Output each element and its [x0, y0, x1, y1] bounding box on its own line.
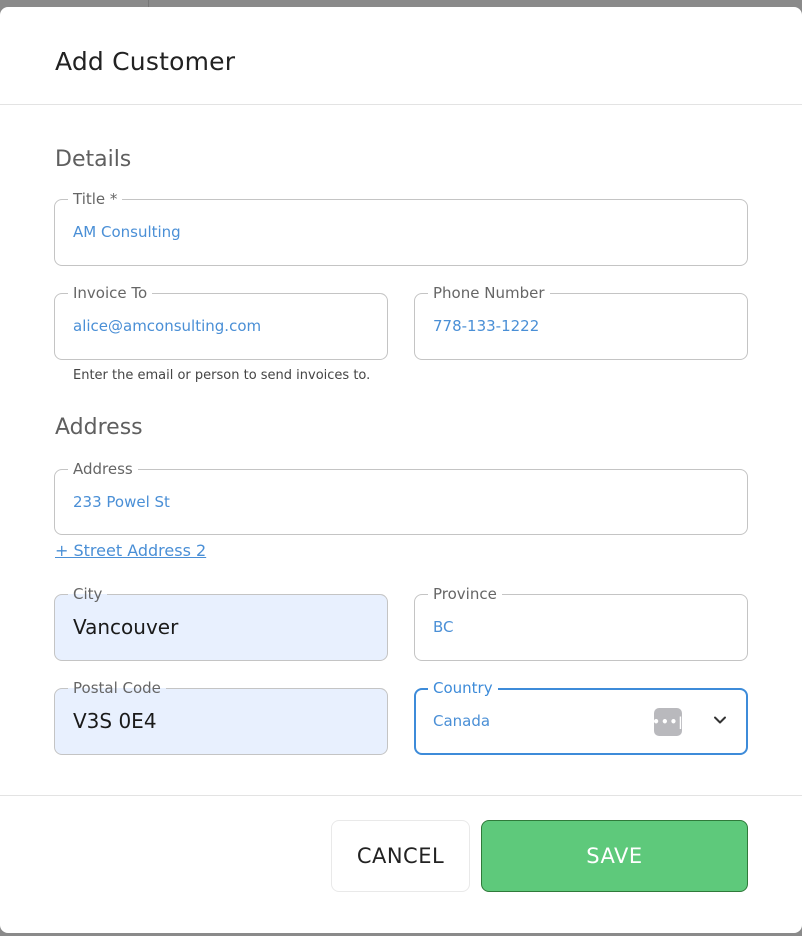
province-field-label: Province: [428, 585, 502, 603]
add-street-address-2-link[interactable]: + Street Address 2: [55, 541, 206, 560]
city-field[interactable]: City Vancouver: [54, 585, 388, 661]
province-field-value: BC: [433, 618, 454, 636]
city-field-label: City: [68, 585, 108, 603]
title-field[interactable]: Title * AM Consulting: [54, 190, 748, 266]
phone-number-field[interactable]: Phone Number 778-133-1222: [414, 284, 748, 360]
province-field[interactable]: Province BC: [414, 585, 748, 661]
dialog-title: Add Customer: [55, 47, 236, 76]
invoice-to-helper-text: Enter the email or person to send invoic…: [73, 368, 371, 383]
postal-code-field-label: Postal Code: [68, 679, 166, 697]
add-customer-dialog: Add Customer Details Title * AM Consulti…: [0, 7, 802, 933]
postal-code-field-value: V3S 0E4: [73, 709, 157, 733]
invoice-to-field-label: Invoice To: [68, 284, 153, 302]
section-title-details: Details: [55, 147, 132, 172]
city-field-value: Vancouver: [73, 615, 179, 639]
country-select[interactable]: Country Canada •••|: [414, 679, 748, 755]
dialog-header: Add Customer: [0, 7, 802, 105]
address-field-value: 233 Powel St: [73, 493, 170, 511]
chevron-down-icon[interactable]: [712, 712, 728, 728]
title-field-value: AM Consulting: [73, 223, 181, 241]
password-manager-icon[interactable]: •••|: [652, 708, 683, 736]
country-select-label: Country: [428, 679, 498, 697]
phone-number-field-label: Phone Number: [428, 284, 550, 302]
country-select-value: Canada: [433, 712, 491, 730]
invoice-to-field[interactable]: Invoice To alice@amconsulting.com: [54, 284, 388, 360]
phone-number-field-value: 778-133-1222: [433, 317, 540, 335]
cancel-button[interactable]: CANCEL: [331, 820, 470, 892]
postal-code-field[interactable]: Postal Code V3S 0E4: [54, 679, 388, 755]
invoice-to-field-value: alice@amconsulting.com: [73, 317, 262, 335]
title-field-label: Title *: [68, 190, 123, 208]
address-field[interactable]: Address 233 Powel St: [54, 460, 748, 535]
address-field-label: Address: [68, 460, 138, 478]
section-title-address: Address: [55, 415, 143, 440]
save-button[interactable]: SAVE: [481, 820, 748, 892]
dialog-footer: CANCEL SAVE: [0, 795, 802, 933]
